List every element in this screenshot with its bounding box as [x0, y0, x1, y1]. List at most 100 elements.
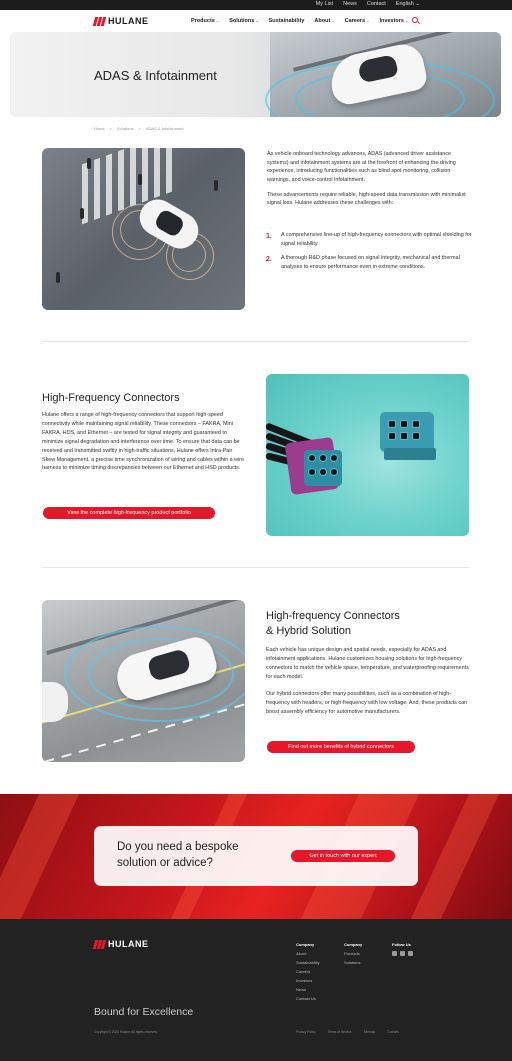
chevron-down-icon: ⌄: [255, 18, 259, 23]
breadcrumb-home[interactable]: Home: [94, 126, 105, 131]
list-item: 2. A thorough R&D phase focused on signa…: [266, 254, 472, 271]
nav-item-label: Solutions: [229, 18, 255, 24]
terms-link[interactable]: Terms of Service: [328, 1030, 352, 1034]
copyright-text: Copyright © 2024 Hulane. All rights rese…: [94, 1030, 158, 1034]
footer-link-about[interactable]: About: [296, 949, 320, 958]
nav-item-label: Investors: [379, 18, 404, 24]
connector-pin: [388, 420, 396, 428]
contact-question-line: Do you need a bespoke: [117, 841, 239, 853]
language-label: English: [395, 1, 414, 7]
my-list-link[interactable]: My List: [316, 1, 333, 7]
list-item-text: A thorough R&D phase focused on signal i…: [281, 255, 460, 270]
breadcrumb-solutions[interactable]: Solutions: [117, 126, 133, 131]
chevron-down-icon: ⌄: [215, 18, 220, 23]
footer-link-news[interactable]: News: [296, 985, 320, 994]
nav-item-label: About: [314, 18, 331, 24]
section-divider: [42, 341, 469, 342]
second-car-image: [42, 682, 68, 722]
contact-expert-button[interactable]: Get in touch with our expert: [291, 850, 395, 862]
nav-item-investors[interactable]: Investors⌄: [380, 18, 409, 24]
nav-item-solutions[interactable]: Solutions⌄: [229, 18, 258, 24]
connector-pin: [319, 468, 327, 476]
nav-menu: Products⌄ Solutions⌄ Sustainability Abou…: [191, 18, 408, 24]
logo-mark-icon: [92, 939, 107, 949]
social-icons: [392, 951, 413, 956]
contact-banner: Do you need a bespoke solution or advice…: [0, 794, 512, 919]
privacy-policy-link[interactable]: Privacy Policy: [296, 1030, 316, 1034]
connector-pin: [388, 432, 396, 440]
news-link[interactable]: News: [343, 1, 357, 7]
list-item-text: A comprehensive line-up of high-frequenc…: [281, 232, 472, 247]
connector-pin: [330, 454, 338, 462]
section-divider: [42, 567, 469, 568]
hybrid-benefits-button[interactable]: Find out more benefits of hybrid connect…: [267, 741, 415, 753]
hf-section-body: Hulane offers a range of high-frequency …: [42, 412, 244, 472]
footer-company-column: Company About Sustainability Careers Inv…: [296, 940, 320, 1003]
connector-pin: [400, 432, 408, 440]
footer-link-solutions[interactable]: Solutions: [344, 958, 362, 967]
search-icon[interactable]: [412, 17, 418, 23]
footer-products-column: Company Products Solutions: [344, 940, 362, 967]
list-number: 1.: [266, 233, 272, 240]
footer-logo-text: HULANE: [108, 939, 149, 949]
hero-banner: ADAS & Infotainment: [10, 32, 501, 117]
connector-pin: [308, 468, 316, 476]
nav-item-label: Careers: [344, 18, 366, 24]
footer-column-heading: Follow Us: [392, 942, 411, 947]
chevron-down-icon: ⌄: [366, 18, 370, 23]
nav-item-about[interactable]: About⌄: [314, 18, 334, 24]
utility-links: My List News Contact English ⌄: [316, 1, 420, 7]
list-item: 1. A comprehensive line-up of high-frequ…: [266, 231, 472, 248]
youtube-icon[interactable]: [408, 951, 413, 956]
contact-link[interactable]: Contact: [367, 1, 386, 7]
connector-product-image: [266, 374, 469, 536]
nav-item-sustainability[interactable]: Sustainability: [269, 18, 305, 24]
pedestrian-figure: [87, 158, 91, 169]
language-selector[interactable]: English ⌄: [396, 1, 420, 7]
footer-link-sustainability[interactable]: Sustainability: [296, 958, 320, 967]
nav-item-careers[interactable]: Careers⌄: [345, 18, 370, 24]
footer-link-contact[interactable]: Contact Us: [296, 994, 320, 1003]
wechat-icon[interactable]: [400, 951, 405, 956]
chevron-down-icon: ⌄: [331, 18, 335, 23]
connector-pin: [319, 454, 327, 462]
banner-streak: [410, 794, 500, 919]
contact-question: Do you need a bespoke solution or advice…: [117, 840, 238, 871]
pedestrian-figure: [138, 174, 142, 185]
logo-mark-icon: [92, 16, 107, 26]
chevron-down-icon: ⌄: [404, 18, 409, 23]
banner-streak: [0, 794, 80, 919]
cookies-link[interactable]: Cookies: [387, 1030, 399, 1034]
footer-column-heading: Company: [296, 942, 315, 947]
breadcrumb-separator-icon: >: [109, 126, 113, 131]
intro-paragraph: These advancements require reliable, hig…: [267, 191, 466, 207]
view-portfolio-button[interactable]: View the complete high-frequency product…: [43, 507, 215, 519]
nav-item-label: Sustainability: [268, 18, 305, 24]
intro-paragraph: As vehicle onboard technology advances, …: [267, 151, 456, 183]
linkedin-icon[interactable]: [392, 951, 397, 956]
footer-legal-links: Privacy Policy Terms of Service Sitemap …: [296, 1030, 399, 1034]
footer-link-investors[interactable]: Investors: [296, 976, 320, 985]
hybrid-paragraph: Our hybrid connectors offer many possibi…: [266, 691, 468, 715]
pedestrian-figure: [56, 272, 60, 283]
footer-link-careers[interactable]: Careers: [296, 967, 320, 976]
list-number: 2.: [266, 256, 272, 264]
footer-slogan: Bound for Excellence: [94, 1006, 194, 1018]
nav-item-label: Products: [191, 18, 215, 24]
crosswalk-car-image: [42, 148, 245, 310]
connector-pin: [308, 454, 316, 462]
logo[interactable]: HULANE: [92, 16, 149, 26]
footer-link-products[interactable]: Products: [344, 949, 362, 958]
car-sensor-image: [42, 600, 245, 762]
main-nav: HULANE Products⌄ Solutions⌄ Sustainabili…: [0, 10, 512, 32]
connector-pin: [412, 420, 420, 428]
sitemap-link[interactable]: Sitemap: [364, 1030, 376, 1034]
connector-jack-base: [384, 448, 436, 460]
contact-question-line: solution or advice?: [117, 856, 213, 869]
footer-logo[interactable]: HULANE: [92, 939, 149, 949]
hybrid-title-line: & Hybrid Solution: [266, 624, 351, 637]
chevron-down-icon: ⌄: [415, 1, 420, 7]
connector-pin: [412, 432, 420, 440]
breadcrumb: Home > Solutions > ADAS & Infotainment: [94, 126, 184, 131]
nav-item-products[interactable]: Products⌄: [191, 18, 219, 24]
